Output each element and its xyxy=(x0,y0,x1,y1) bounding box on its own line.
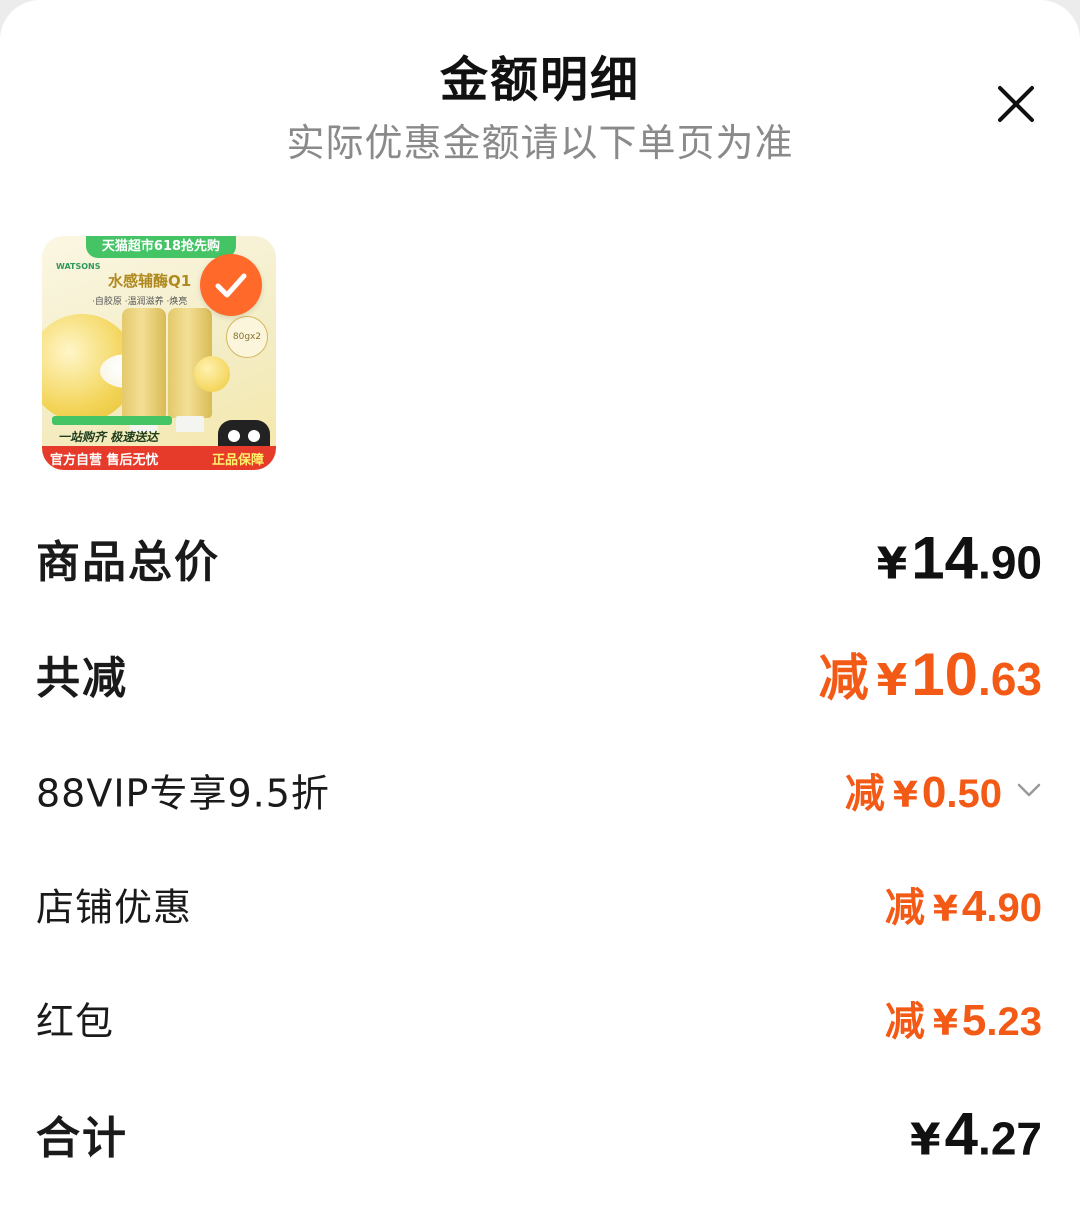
subtotal-label: 商品总价 xyxy=(36,537,220,588)
red-packet-row: 红包 减 ¥ 5 .23 xyxy=(36,978,1042,1058)
product-name: 水感辅酶Q1 xyxy=(108,272,192,290)
total-discount-value: 减 ¥ 10 .63 xyxy=(819,638,1042,710)
amount-decimal: .90 xyxy=(978,536,1042,589)
currency-symbol: ¥ xyxy=(876,538,908,590)
shop-discount-row: 店铺优惠 减 ¥ 4 .90 xyxy=(36,864,1042,944)
amount-detail-sheet: 金额明细 实际优惠金额请以下单页为准 天猫超市618抢先购 WATSONS 水感… xyxy=(0,0,1080,1210)
discount-prefix: 减 xyxy=(884,999,925,1045)
vip-discount-value: 减 ¥ 0 .50 xyxy=(845,761,1042,819)
currency-symbol: ¥ xyxy=(932,1003,958,1044)
shop-discount-value: 减 ¥ 4 .90 xyxy=(885,875,1042,933)
chevron-down-icon[interactable] xyxy=(1016,781,1042,799)
amount-decimal: .63 xyxy=(978,653,1042,705)
guarantee-left: 官方自营 售后无忧 xyxy=(50,453,159,468)
vip-discount-label: 88VIP专享9.5折 xyxy=(36,771,330,816)
vip-discount-row[interactable]: 88VIP专享9.5折 减 ¥ 0 .50 xyxy=(36,750,1042,830)
size-badge: 80gx2 xyxy=(226,316,268,358)
date-strip xyxy=(52,416,172,425)
amount-decimal: .50 xyxy=(946,772,1002,816)
subtotal-row: 商品总价 ¥ 14 .90 xyxy=(36,518,1042,598)
amount-integer: 10 xyxy=(911,641,979,708)
discount-prefix: 减 xyxy=(844,771,885,817)
guarantee-right: 正品保障 xyxy=(211,453,264,468)
red-packet-value: 减 ¥ 5 .23 xyxy=(885,989,1042,1047)
close-button[interactable] xyxy=(992,80,1040,128)
currency-symbol: ¥ xyxy=(910,1114,941,1166)
red-packet-label: 红包 xyxy=(36,999,115,1044)
selected-check-badge[interactable] xyxy=(200,254,262,316)
expand-button[interactable] xyxy=(1016,781,1042,799)
sheet-title: 金额明细 xyxy=(439,52,640,108)
total-value: ¥ 4 .27 xyxy=(910,1100,1042,1169)
product-features: ·自胶原 ·温润滋养 ·焕亮 xyxy=(92,297,188,307)
amount-integer: 14 xyxy=(911,524,979,592)
amount-integer: 4 xyxy=(961,882,987,931)
amount-integer: 4 xyxy=(944,1100,979,1168)
product-slogan: 一站购齐 极速送达 xyxy=(58,430,159,444)
close-icon[interactable] xyxy=(992,80,1040,128)
currency-symbol: ¥ xyxy=(932,889,958,930)
shop-discount-label: 店铺优惠 xyxy=(36,885,193,930)
product-tube xyxy=(122,308,166,432)
currency-symbol: ¥ xyxy=(876,655,908,706)
total-discount-label: 共减 xyxy=(36,653,128,704)
amount-integer: 0 xyxy=(921,768,947,817)
amount-decimal: .90 xyxy=(986,886,1042,930)
total-label: 合计 xyxy=(36,1113,128,1164)
decor-ball xyxy=(194,356,230,392)
subtotal-value: ¥ 14 .90 xyxy=(877,524,1042,593)
brand-label: WATSONS xyxy=(56,262,101,271)
guarantee-bar: 官方自营 售后无忧 正品保障 xyxy=(42,446,276,470)
amount-integer: 5 xyxy=(961,996,987,1045)
discount-prefix: 减 xyxy=(884,885,925,931)
amount-decimal: .23 xyxy=(986,1000,1042,1044)
currency-symbol: ¥ xyxy=(892,775,918,816)
total-discount-row: 共减 减 ¥ 10 .63 xyxy=(36,634,1042,714)
discount-prefix: 减 xyxy=(818,649,869,707)
check-icon xyxy=(215,273,247,298)
amount-decimal: .27 xyxy=(978,1112,1042,1165)
sheet-subtitle: 实际优惠金额请以下单页为准 xyxy=(286,121,794,165)
total-row: 合计 ¥ 4 .27 xyxy=(36,1094,1042,1174)
